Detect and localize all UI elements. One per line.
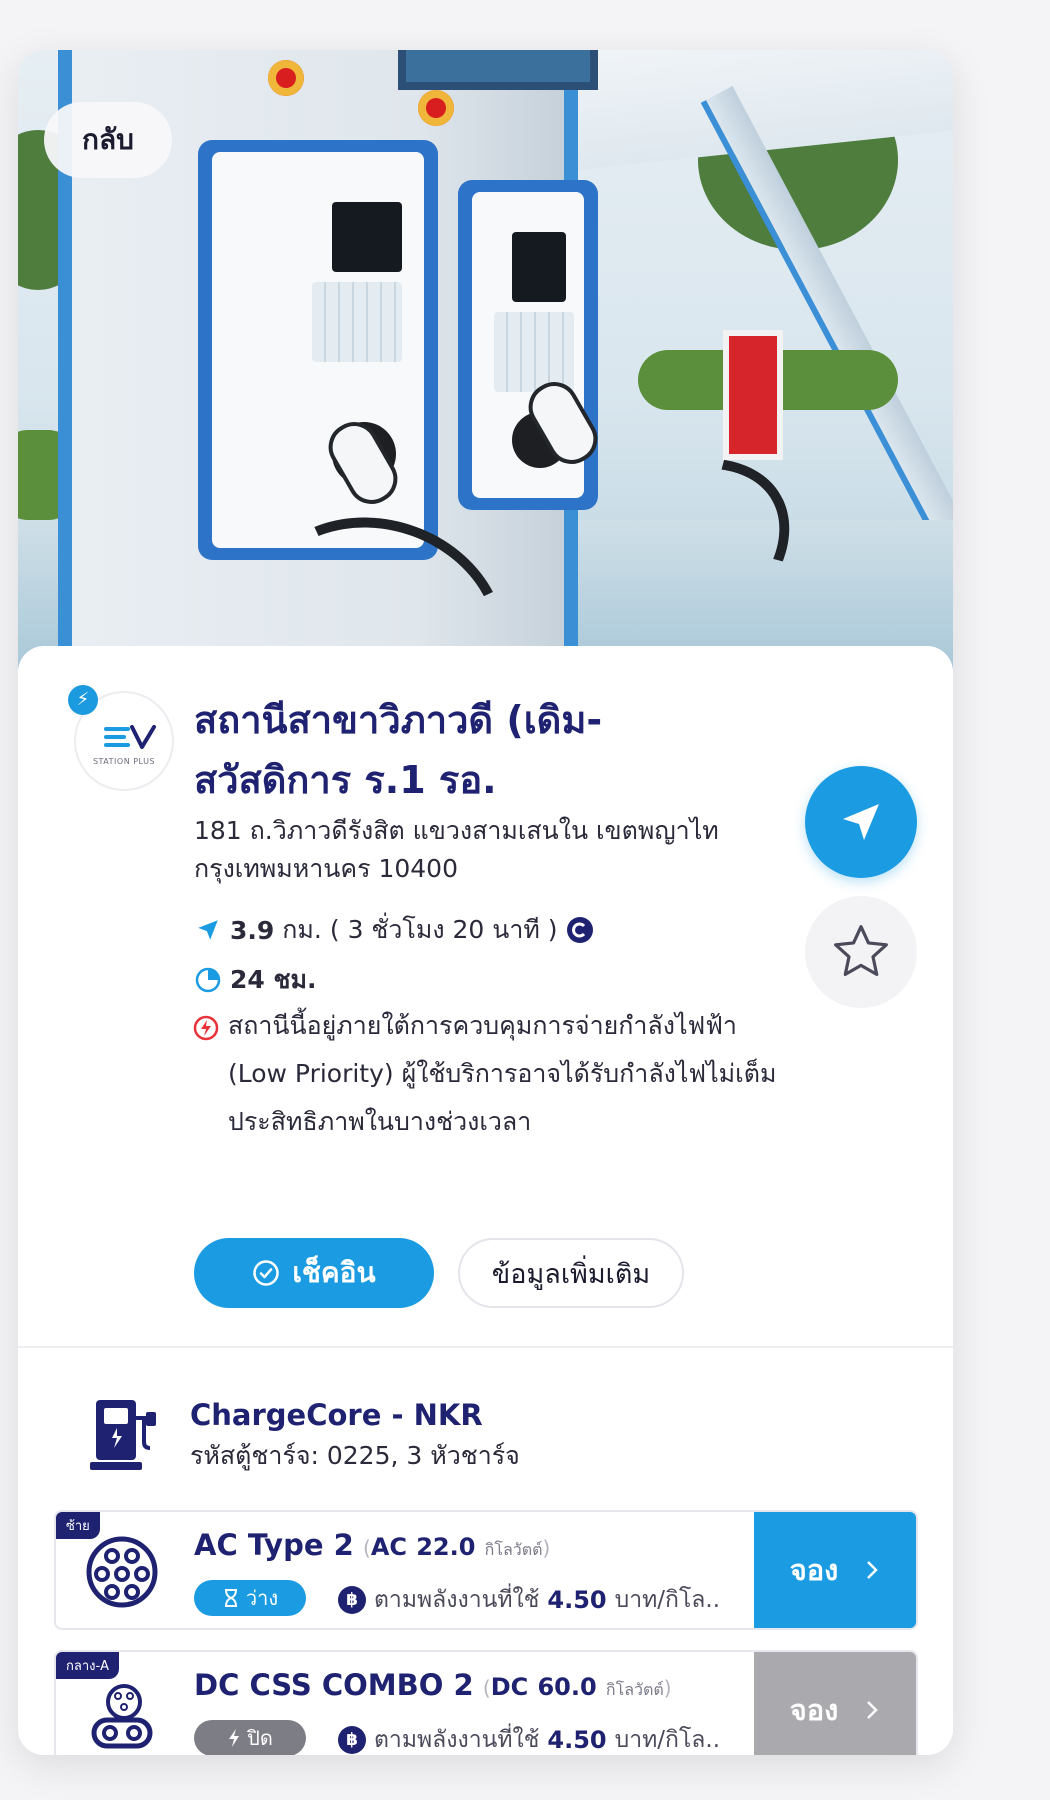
dc-ccs-combo2-plug-icon [91, 1684, 153, 1749]
chevron-right-icon [867, 1701, 879, 1719]
bolt-icon [229, 1729, 240, 1747]
power-warning-text: สถานีนี้อยู่ภายใต้การควบคุมการจ่ายกำลังไ… [228, 1011, 777, 1136]
navigate-button[interactable] [805, 766, 917, 878]
opening-hours: 24 ชม. [230, 965, 317, 994]
back-button[interactable]: กลับ [44, 102, 172, 178]
ac-type2-plug-icon [86, 1536, 158, 1608]
price-info: ฿ ตามพลังงานที่ใช้ 4.50 บาท/กิโล.. [338, 1722, 720, 1755]
station-address: 181 ถ.วิภาวดีรังสิต แขวงสามเสนใน เขตพญาไ… [194, 816, 719, 883]
ev-logo-icon [104, 725, 156, 749]
station-detail-screen: กลับ ⚡ STATION PLUS สถานีสาขาวิภาวดี (เด… [18, 50, 953, 1755]
book-button[interactable]: จอง [754, 1512, 916, 1628]
price-info: ฿ ตามพลังงานที่ใช้ 4.50 บาท/กิโล.. [338, 1582, 720, 1618]
more-info-button[interactable]: ข้อมูลเพิ่มเติม [458, 1238, 684, 1308]
bolt-icon: ⚡ [68, 685, 98, 715]
price-unit: บาท/กิโล.. [614, 1587, 721, 1613]
checkin-button[interactable]: เช็คอิน [194, 1238, 434, 1308]
price-value: 4.50 [547, 1726, 607, 1754]
logo-text: STATION PLUS [92, 757, 156, 766]
checkin-label: เช็คอิน [292, 1257, 376, 1288]
station-info-card: ⚡ STATION PLUS สถานีสาขาวิภาวดี (เดิม-สว… [18, 646, 953, 1755]
navigation-arrow-icon [843, 804, 879, 840]
section-divider [18, 1346, 953, 1348]
favorite-button[interactable] [805, 896, 917, 1008]
connector-name: DC CSS COMBO 2 [194, 1668, 474, 1702]
connector-current: DC [490, 1673, 529, 1701]
star-icon [834, 925, 888, 976]
hourglass-icon [224, 1589, 237, 1607]
book-button[interactable]: จอง [754, 1652, 916, 1755]
connector-row: กลาง-A DC CSS COMBO 2 (DC 60.0 กิโลวัตต์… [54, 1650, 918, 1755]
price-label: ตามพลังงานที่ใช้ [374, 1727, 540, 1753]
charger-name: ChargeCore - NKR [190, 1398, 483, 1432]
distance-value: 3.9 [230, 915, 275, 945]
book-label: จอง [789, 1555, 839, 1587]
navigation-arrow-icon [194, 916, 222, 944]
connector-current: AC [370, 1533, 407, 1561]
connector-power-unit: กิโลวัตต์ [605, 1680, 664, 1699]
price-unit: บาท/กิโล.. [614, 1727, 721, 1753]
status-label: ปิด [247, 1726, 273, 1750]
connector-row: ซ้าย AC Type 2 (AC 22.0 กิโลวัตต์) ว่าง [54, 1510, 918, 1630]
connector-name: AC Type 2 [194, 1528, 354, 1562]
baht-icon: ฿ [338, 1586, 366, 1614]
baht-icon: ฿ [338, 1726, 366, 1754]
power-warning-icon [192, 1014, 220, 1042]
book-label: จอง [789, 1695, 839, 1727]
connector-power-unit: กิโลวัตต์ [484, 1540, 543, 1559]
connector-type: DC CSS COMBO 2 (DC 60.0 กิโลวัตต์) [194, 1668, 672, 1702]
clock-icon [194, 966, 222, 994]
status-badge: ปิด [194, 1720, 306, 1755]
distance-unit: กม. [282, 915, 322, 944]
distance-row: 3.9 กม. ( 3 ชั่วโมง 20 นาที ) [194, 910, 594, 950]
hours-row: 24 ชม. [194, 960, 316, 1000]
station-brand-logo: ⚡ STATION PLUS [68, 685, 174, 791]
connector-power: 22.0 [416, 1533, 476, 1561]
chevron-right-icon [867, 1561, 879, 1579]
travel-time: ( 3 ชั่วโมง 20 นาที ) [329, 915, 558, 944]
chargecore-badge-icon [566, 916, 594, 944]
check-badge-icon [253, 1260, 280, 1286]
station-photo: กลับ [18, 50, 953, 670]
charger-station-icon [90, 1400, 156, 1470]
price-value: 4.50 [547, 1586, 607, 1614]
station-name: สถานีสาขาวิภาวดี (เดิม-สวัสดิการ ร.1 รอ. [194, 698, 603, 802]
price-label: ตามพลังงานที่ใช้ [374, 1587, 540, 1613]
connector-type: AC Type 2 (AC 22.0 กิโลวัตต์) [194, 1528, 551, 1562]
status-label: ว่าง [245, 1586, 279, 1610]
charger-code: รหัสตู้ชาร์จ: 0225, 3 หัวชาร์จ [190, 1441, 520, 1470]
connector-power: 60.0 [537, 1673, 597, 1701]
status-badge: ว่าง [194, 1580, 306, 1616]
